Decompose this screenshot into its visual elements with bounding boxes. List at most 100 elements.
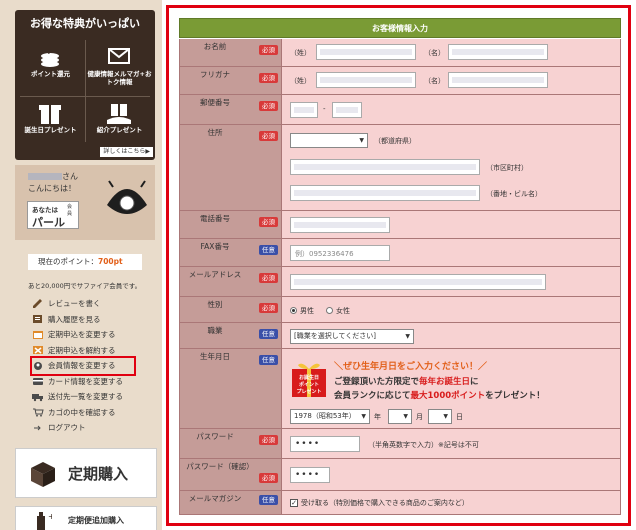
required-badge: 必須 — [259, 45, 278, 55]
email-input[interactable] — [290, 274, 546, 290]
menu-logout[interactable]: ログアウト — [32, 420, 158, 436]
menu-change-card[interactable]: カード情報を変更する — [32, 374, 158, 390]
birth-month-select[interactable]: ▼ — [388, 409, 412, 424]
field-label: パスワード（確認） — [186, 462, 254, 471]
user-name-redacted — [28, 173, 62, 180]
pencil-icon — [33, 298, 42, 308]
row-kana: フリガナ 必須 （姓） （名） — [179, 67, 621, 95]
field-label: FAX番号 — [200, 242, 230, 251]
zip-second-input[interactable] — [332, 102, 362, 118]
optional-badge: 任意 — [259, 495, 278, 505]
perk-label: 紹介プレゼント — [96, 126, 143, 134]
first-name-input[interactable] — [448, 44, 548, 60]
perk-mail[interactable]: 健康情報メルマガ+おトク情報 — [86, 38, 153, 88]
field-label: 郵便番号 — [200, 98, 230, 107]
pearl-icon — [107, 180, 147, 214]
job-select[interactable]: [職業を選択してください] ▼ — [290, 329, 414, 344]
birth-day-select[interactable]: ▼ — [428, 409, 452, 424]
row-address: 住所 必須 ▼ （都道府県） （市区町村） （番地・ビル名） — [179, 125, 621, 211]
logout-icon — [34, 425, 41, 431]
menu-write-review[interactable]: レビューを書く — [32, 296, 158, 312]
field-label: 生年月日 — [200, 352, 230, 361]
required-badge: 必須 — [259, 101, 278, 111]
truck-icon — [32, 393, 43, 401]
required-badge: 必須 — [259, 217, 278, 227]
subscription-button-label: 定期購入 — [68, 465, 129, 483]
required-badge: 必須 — [259, 73, 278, 83]
subscription-add-label: 定期便追加購入 — [68, 516, 124, 525]
row-password-confirm: パスワード（確認） 必須 •••• — [179, 459, 621, 491]
current-points: 現在のポイント：700pt — [28, 254, 142, 270]
menu-purchase-history[interactable]: 購入履歴を見る — [32, 312, 158, 328]
menu-change-addresses[interactable]: 送付先一覧を変更する — [32, 389, 158, 405]
svg-text:ポイント: ポイント — [299, 381, 319, 388]
row-email: メールアドレス 必須 — [179, 267, 621, 297]
city-input[interactable] — [290, 159, 480, 175]
field-label: フリガナ — [200, 70, 230, 79]
required-badge: 必須 — [259, 131, 278, 141]
last-name-kana-input[interactable] — [316, 72, 416, 88]
row-birthday: 生年月日 任意 お誕生日 ポイント プレゼント ＼ぜひ生年月日をご入力ください！／… — [179, 349, 621, 429]
points-note: あと20,000円でサファイア会員です。 — [28, 282, 142, 290]
perks-panel: お得な特典がいっぱい P ポイント還元 健康情報メルマガ+おトク情報 誕生日プレ… — [15, 10, 155, 160]
street-input[interactable] — [290, 185, 480, 201]
tel-input[interactable] — [290, 217, 390, 233]
field-label: メールマガジン — [188, 494, 242, 503]
customer-info-form: お客様情報入力 お名前 必須 （姓） （名） フリガナ 必須 （姓） （名） 郵便番… — [166, 5, 631, 526]
row-fax: FAX番号 任意 例）0952336476 — [179, 239, 621, 267]
row-password: パスワード 必須 •••• （半角英数字で入力）※記号は不可 — [179, 429, 621, 459]
optional-badge: 任意 — [259, 245, 278, 255]
perk-label: 誕生日プレゼント — [24, 126, 77, 134]
bottle-icon: + — [37, 512, 52, 530]
row-tel: 電話番号 必須 — [179, 211, 621, 239]
svg-text:プレゼント: プレゼント — [296, 388, 321, 395]
member-icon — [34, 361, 42, 370]
last-name-input[interactable] — [316, 44, 416, 60]
gender-female-radio[interactable] — [326, 307, 333, 314]
perk-label: 健康情報メルマガ+おトク情報 — [87, 70, 152, 86]
mailmag-checkbox[interactable]: ✓ — [290, 499, 298, 507]
field-label: メールアドレス — [188, 270, 242, 279]
subscription-button[interactable]: 定期購入 — [15, 448, 157, 498]
calendar-icon — [33, 330, 43, 339]
menu-change-member-info[interactable]: 会員情報を変更する — [30, 356, 136, 376]
password-input[interactable]: •••• — [290, 436, 360, 452]
greeting-name: さん — [28, 171, 78, 182]
sidebar: お得な特典がいっぱい P ポイント還元 健康情報メルマガ+おトク情報 誕生日プレ… — [0, 0, 162, 530]
field-label: 性別 — [207, 300, 223, 309]
perks-more-link[interactable]: 詳しくはこちら▶ — [100, 147, 153, 157]
first-name-kana-input[interactable] — [448, 72, 548, 88]
field-label: 電話番号 — [200, 214, 230, 223]
form-title: お客様情報入力 — [179, 18, 621, 38]
perk-referral[interactable]: 紹介プレゼント — [86, 94, 153, 144]
birthday-line1: ご登録頂いた方限定で毎年お誕生日に — [334, 377, 479, 387]
menu-cancel-subscription[interactable]: 定期申込を解約する — [32, 343, 158, 359]
svg-text:お誕生日: お誕生日 — [299, 374, 319, 381]
svg-text:P: P — [48, 49, 53, 56]
menu-change-subscription[interactable]: 定期申込を変更する — [32, 327, 158, 343]
coins-icon: P — [41, 49, 59, 67]
row-name: お名前 必須 （姓） （名） — [179, 39, 621, 67]
gender-male-radio[interactable] — [290, 307, 297, 314]
menu-view-cart[interactable]: カゴの中を確認する — [32, 405, 158, 421]
optional-badge: 任意 — [259, 329, 278, 339]
greeting-box: さん こんにちは！ あなたは パール 会員 — [15, 165, 155, 240]
perk-points[interactable]: P ポイント還元 — [17, 38, 84, 88]
zip-first-input[interactable] — [290, 102, 318, 118]
gift-icon — [39, 105, 61, 124]
prefecture-select[interactable]: ▼ — [290, 133, 368, 148]
birth-year-select[interactable]: 1978（昭和53年） ▼ — [290, 409, 370, 424]
required-badge: 必須 — [259, 435, 278, 445]
row-zip: 郵便番号 必須 - — [179, 95, 621, 125]
required-badge: 必須 — [259, 473, 278, 483]
cart-icon — [33, 408, 44, 417]
password-confirm-input[interactable]: •••• — [290, 467, 330, 483]
optional-badge: 任意 — [259, 355, 278, 365]
greeting-hello: こんにちは！ — [28, 184, 76, 193]
subscription-add-button[interactable]: + 定期便追加購入 — [15, 506, 157, 530]
perk-label: ポイント還元 — [31, 70, 70, 78]
fax-input[interactable]: 例）0952336476 — [290, 245, 390, 261]
mail-icon — [108, 48, 130, 64]
perk-birthday[interactable]: 誕生日プレゼント — [17, 94, 84, 144]
account-menu: レビューを書く 購入履歴を見る 定期申込を変更する 定期申込を解約する 会員情報… — [30, 296, 158, 436]
